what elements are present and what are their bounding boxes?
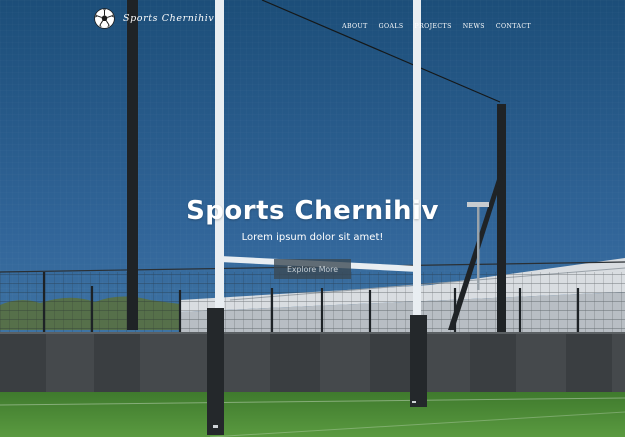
nav-link-about[interactable]: ABOUT bbox=[342, 23, 368, 30]
menu-item-projects: PROJECTS bbox=[415, 13, 452, 32]
brand-name: Sports Chernihiv bbox=[123, 13, 215, 24]
nav-link-goals[interactable]: GOALS bbox=[379, 23, 404, 30]
explore-more-button[interactable]: Explore More bbox=[274, 259, 351, 279]
navbar: Sports Chernihiv ABOUT GOALS PROJECTS NE… bbox=[0, 0, 625, 36]
hero-section: Sports Chernihiv ABOUT GOALS PROJECTS NE… bbox=[0, 0, 625, 437]
nav-link-news[interactable]: NEWS bbox=[463, 23, 485, 30]
main-menu: ABOUT GOALS PROJECTS NEWS CONTACT bbox=[342, 13, 531, 32]
hero-subtitle: Lorem ipsum dolor sit amet! bbox=[241, 232, 384, 243]
menu-item-goals: GOALS bbox=[379, 13, 404, 32]
hero-title: Sports Chernihiv bbox=[186, 196, 439, 226]
soccer-ball-icon bbox=[94, 8, 115, 29]
nav-link-contact[interactable]: CONTACT bbox=[496, 23, 531, 30]
menu-item-about: ABOUT bbox=[342, 13, 368, 32]
menu-item-contact: CONTACT bbox=[496, 13, 531, 32]
menu-item-news: NEWS bbox=[463, 13, 485, 32]
brand-link[interactable]: Sports Chernihiv bbox=[94, 8, 214, 29]
nav-link-projects[interactable]: PROJECTS bbox=[415, 23, 452, 30]
